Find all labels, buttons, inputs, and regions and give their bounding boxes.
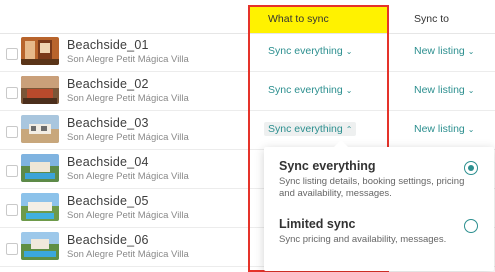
chevron-down-icon: ⌄	[467, 47, 475, 56]
listing-title[interactable]: Beachside_03	[67, 116, 149, 130]
listing-thumbnail	[21, 154, 59, 182]
table-row: Beachside_02 Son Alegre Petit Mágica Vil…	[0, 72, 495, 111]
sync-to-dropdown[interactable]: New listing ⌄	[414, 123, 474, 135]
chevron-up-icon: ⌃	[345, 125, 353, 134]
sync-to-label: New listing	[414, 123, 465, 135]
chevron-down-icon: ⌄	[345, 86, 353, 95]
option-title: Limited sync	[279, 217, 356, 231]
radio-limited-sync[interactable]	[464, 219, 478, 233]
sync-to-label: New listing	[414, 84, 465, 96]
listing-thumbnail	[21, 193, 59, 221]
listing-title[interactable]: Beachside_06	[67, 233, 149, 247]
listing-subtitle: Son Alegre Petit Mágica Villa	[67, 249, 189, 260]
menu-arrow	[334, 140, 348, 147]
listing-thumbnail	[21, 232, 59, 260]
row-checkbox[interactable]	[6, 48, 18, 60]
what-to-sync-label: Sync everything	[268, 123, 343, 135]
listing-subtitle: Son Alegre Petit Mágica Villa	[67, 171, 189, 182]
chevron-down-icon: ⌄	[345, 47, 353, 56]
option-title: Sync everything	[279, 159, 376, 173]
what-to-sync-dropdown[interactable]: Sync everything ⌄	[268, 84, 352, 96]
what-to-sync-dropdown-open[interactable]: Sync everything ⌃	[264, 122, 357, 136]
menu-option-limited-sync[interactable]: Limited sync Sync pricing and availabili…	[279, 217, 479, 246]
listing-title[interactable]: Beachside_05	[67, 194, 149, 208]
listing-title[interactable]: Beachside_04	[67, 155, 149, 169]
sync-to-dropdown[interactable]: New listing ⌄	[414, 84, 474, 96]
what-to-sync-label: Sync everything	[268, 45, 343, 57]
table-header: What to sync Sync to	[0, 0, 495, 34]
table-row: Beachside_01 Son Alegre Petit Mágica Vil…	[0, 33, 495, 72]
chevron-down-icon: ⌄	[467, 125, 475, 134]
menu-option-sync-everything[interactable]: Sync everything Sync listing details, bo…	[279, 159, 479, 200]
listing-subtitle: Son Alegre Petit Mágica Villa	[67, 93, 189, 104]
table-row: Beachside_03 Son Alegre Petit Mágica Vil…	[0, 111, 495, 150]
what-to-sync-menu: Sync everything Sync listing details, bo…	[264, 140, 494, 271]
sync-to-dropdown[interactable]: New listing ⌄	[414, 45, 474, 57]
option-description: Sync listing details, booking settings, …	[279, 176, 465, 199]
row-checkbox[interactable]	[6, 87, 18, 99]
what-to-sync-label: Sync everything	[268, 84, 343, 96]
listing-subtitle: Son Alegre Petit Mágica Villa	[67, 210, 189, 221]
radio-sync-everything[interactable]	[464, 161, 478, 175]
sync-to-label: New listing	[414, 45, 465, 57]
row-checkbox[interactable]	[6, 243, 18, 255]
listing-thumbnail	[21, 115, 59, 143]
column-header-sync-to: Sync to	[414, 13, 450, 25]
what-to-sync-dropdown[interactable]: Sync everything ⌄	[268, 45, 352, 57]
option-description: Sync pricing and availability, messages.	[279, 234, 447, 245]
listing-thumbnail	[21, 76, 59, 104]
row-checkbox[interactable]	[6, 165, 18, 177]
row-checkbox[interactable]	[6, 204, 18, 216]
listing-thumbnail	[21, 37, 59, 65]
column-header-what-to-sync: What to sync	[268, 13, 329, 25]
chevron-down-icon: ⌄	[467, 86, 475, 95]
listing-title[interactable]: Beachside_02	[67, 77, 149, 91]
listing-subtitle: Son Alegre Petit Mágica Villa	[67, 132, 189, 143]
listing-subtitle: Son Alegre Petit Mágica Villa	[67, 54, 189, 65]
listing-title[interactable]: Beachside_01	[67, 38, 149, 52]
row-checkbox[interactable]	[6, 126, 18, 138]
